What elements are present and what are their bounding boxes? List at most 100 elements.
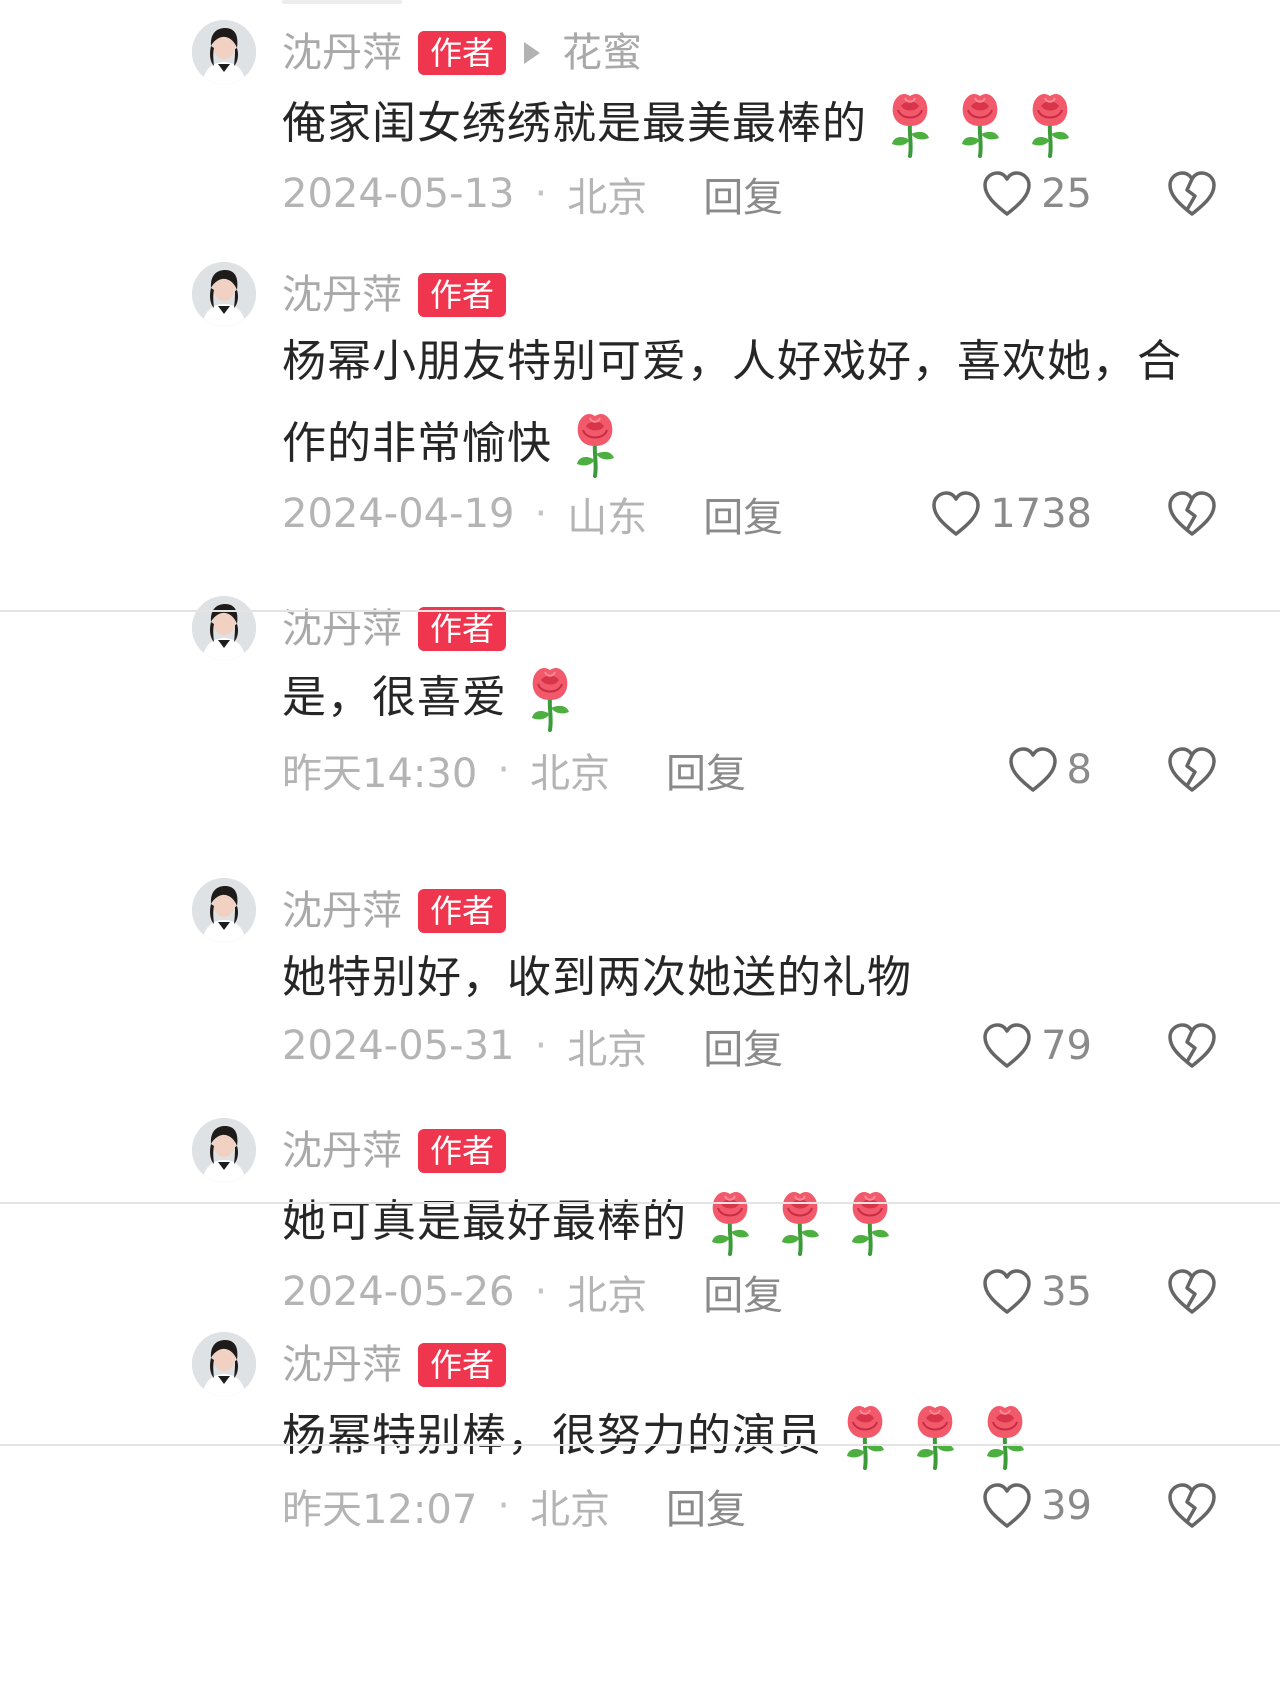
user-avatar-photo (192, 1118, 256, 1182)
heart-outline-icon (932, 491, 980, 536)
comment-location: 北京 (567, 1273, 648, 1319)
section-divider (0, 1444, 1280, 1446)
broken-heart-icon[interactable] (1166, 170, 1218, 218)
like-count: 8 (1066, 747, 1092, 793)
comment-text-line: 俺家闺女绣绣就是最美最棒的 (282, 90, 1077, 158)
comment-item: 沈丹萍 作者 她特别好，收到两次她送的礼物 2024-05-31 · 北京 回复… (0, 878, 1280, 1086)
broken-heart-icon[interactable] (1166, 1022, 1218, 1070)
rose-emoji-icon (1032, 94, 1069, 158)
comment-location: 北京 (567, 1027, 648, 1073)
like-button[interactable]: 39 (981, 1476, 1092, 1536)
separator-dot: · (534, 1269, 548, 1315)
comment-header: 沈丹萍 作者 (282, 600, 507, 658)
separator-dot: · (497, 747, 510, 793)
comment-text: 杨幂特别棒，很努力的演员 (282, 1410, 822, 1461)
comment-meta: 2024-05-13 · 北京 回复 (282, 164, 783, 224)
heart-outline-icon (983, 171, 1031, 216)
heart-outline-icon (1008, 747, 1057, 792)
heart-outline-icon (983, 1483, 1031, 1528)
like-count: 79 (1041, 1023, 1092, 1069)
rose-emoji-icon (962, 94, 999, 158)
author-badge: 作者 (418, 889, 507, 933)
comment-location: 北京 (567, 175, 648, 221)
username[interactable]: 沈丹萍 (282, 600, 402, 658)
comment-item: 沈丹萍 作者 杨幂特别棒，很努力的演员 昨天12:07 · 北京 回复 39 (0, 1332, 1280, 1546)
like-button[interactable]: 25 (981, 164, 1092, 224)
reply-button[interactable]: 回复 (703, 165, 783, 223)
comment-location: 山东 (567, 495, 648, 541)
reply-target-name[interactable]: 花蜜 (562, 24, 642, 82)
separator-dot: · (534, 171, 548, 217)
rose-emoji-icon (712, 1192, 749, 1256)
author-badge: 作者 (418, 273, 507, 317)
comment-date: 2024-05-13 (282, 171, 515, 217)
reply-button[interactable]: 回复 (666, 1477, 746, 1535)
like-button[interactable]: 79 (981, 1016, 1092, 1076)
author-badge: 作者 (418, 1343, 507, 1387)
comment-text: 作的非常愉快 (282, 418, 552, 469)
username[interactable]: 沈丹萍 (282, 24, 402, 82)
rose-emoji-icon (892, 94, 929, 158)
broken-heart-icon[interactable] (1166, 1268, 1218, 1316)
comment-item: 沈丹萍 作者 花蜜 俺家闺女绣绣就是最美最棒的 2024-05-13 · 北京 … (0, 20, 1280, 234)
avatar[interactable] (192, 20, 256, 84)
like-count: 35 (1041, 1269, 1092, 1315)
comment-text: 她可真是最好最棒的 (282, 1196, 687, 1247)
broken-heart-icon[interactable] (1166, 1482, 1218, 1530)
username[interactable]: 沈丹萍 (282, 882, 402, 940)
comment-thread: 沈丹萍 作者 花蜜 俺家闺女绣绣就是最美最棒的 2024-05-13 · 北京 … (0, 0, 1280, 1703)
comment-header: 沈丹萍 作者 花蜜 (282, 24, 642, 82)
like-count: 25 (1041, 171, 1092, 217)
reply-button[interactable]: 回复 (703, 1263, 783, 1321)
user-avatar-photo (192, 20, 256, 84)
comment-text: 她特别好，收到两次她送的礼物 (282, 952, 912, 1003)
reply-button[interactable]: 回复 (703, 1017, 783, 1075)
username[interactable]: 沈丹萍 (282, 266, 402, 324)
rose-emoji-icon (987, 1406, 1024, 1470)
separator-dot: · (534, 1023, 548, 1069)
comment-item: 沈丹萍 作者 她可真是最好最棒的 2024-05-26 · 北京 回复 35 (0, 1118, 1280, 1332)
like-count: 39 (1041, 1483, 1092, 1529)
rose-emoji-icon (852, 1192, 889, 1256)
rose-emoji-icon (782, 1192, 819, 1256)
username[interactable]: 沈丹萍 (282, 1122, 402, 1180)
comment-text-line: 杨幂小朋友特别可爱，人好戏好，喜欢她，合 (282, 332, 1182, 392)
like-button[interactable]: 1738 (930, 484, 1092, 544)
comment-text-line: 是，很喜爱 (282, 664, 577, 732)
author-badge: 作者 (418, 31, 507, 75)
broken-heart-icon[interactable] (1166, 746, 1218, 794)
comment-header: 沈丹萍 作者 (282, 1122, 507, 1180)
avatar[interactable] (192, 878, 256, 942)
comment-meta: 2024-05-26 · 北京 回复 (282, 1262, 783, 1322)
username[interactable]: 沈丹萍 (282, 1336, 402, 1394)
comment-location: 北京 (530, 1487, 610, 1533)
comment-text: 俺家闺女绣绣就是最美最棒的 (282, 98, 867, 149)
comment-date: 昨天12:07 (282, 1487, 478, 1533)
author-badge: 作者 (418, 1129, 507, 1173)
like-button[interactable]: 8 (1007, 740, 1092, 800)
avatar[interactable] (192, 262, 256, 326)
reply-button[interactable]: 回复 (666, 741, 746, 799)
comment-meta: 2024-05-31 · 北京 回复 (282, 1016, 783, 1076)
rose-emoji-icon (532, 668, 569, 732)
user-avatar-photo (192, 596, 256, 660)
reply-button[interactable]: 回复 (703, 485, 783, 543)
rose-emoji-icon (577, 414, 614, 478)
comment-meta: 昨天12:07 · 北京 回复 (282, 1476, 746, 1536)
comment-date: 2024-05-31 (282, 1023, 515, 1069)
heart-outline-icon (983, 1269, 1031, 1314)
comment-date: 昨天14:30 (282, 751, 478, 797)
separator-dot: · (534, 491, 548, 537)
comment-meta: 2024-04-19 · 山东 回复 (282, 484, 783, 544)
comment-header: 沈丹萍 作者 (282, 1336, 507, 1394)
like-button[interactable]: 35 (981, 1262, 1092, 1322)
broken-heart-icon[interactable] (1166, 490, 1218, 538)
top-handle (282, 0, 402, 4)
comment-date: 2024-04-19 (282, 491, 515, 537)
separator-dot: · (497, 1483, 510, 1529)
avatar[interactable] (192, 1118, 256, 1182)
avatar[interactable] (192, 596, 256, 660)
comment-header: 沈丹萍 作者 (282, 266, 507, 324)
avatar[interactable] (192, 1332, 256, 1396)
user-avatar-photo (192, 1332, 256, 1396)
